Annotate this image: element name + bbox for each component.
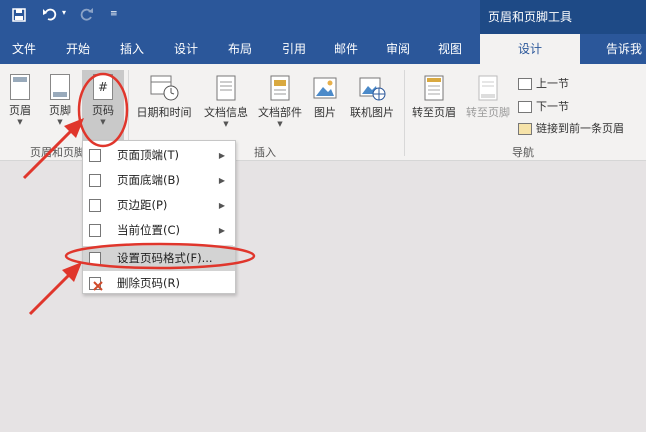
format-page-numbers-icon: [89, 252, 101, 265]
save-icon[interactable]: [12, 8, 26, 26]
contextual-tab-group-title: 页眉和页脚工具: [480, 0, 646, 34]
document-info-icon: [216, 75, 236, 101]
tab-design[interactable]: 设计: [174, 34, 198, 64]
chevron-down-icon: ▼: [57, 118, 63, 126]
document-parts-icon: [270, 75, 290, 101]
previous-section-button[interactable]: 上一节: [518, 75, 569, 91]
group-label-navigation: 导航: [512, 146, 534, 159]
delete-x-icon: [93, 281, 103, 291]
menu-item-top-of-page[interactable]: 页面顶端(T) ▶: [83, 143, 235, 168]
tab-layout[interactable]: 布局: [228, 34, 252, 64]
tab-view[interactable]: 视图: [438, 34, 462, 64]
group-divider: [404, 70, 405, 156]
menu-item-format-page-numbers[interactable]: 设置页码格式(F)...: [83, 246, 235, 271]
menu-item-current-position[interactable]: 当前位置(C) ▶: [83, 218, 235, 243]
bottom-of-page-icon: [89, 174, 101, 187]
chevron-down-icon: ▼: [100, 118, 106, 126]
chevron-right-icon: ▶: [218, 176, 225, 185]
document-parts-button[interactable]: 文档部件 ▼: [254, 74, 306, 128]
chevron-right-icon: ▶: [218, 201, 225, 210]
next-section-icon: [518, 101, 532, 113]
group-label-header-footer: 页眉和页脚: [30, 146, 85, 159]
picture-button[interactable]: 图片: [310, 74, 340, 120]
footer-icon: [50, 74, 70, 100]
link-icon: [518, 123, 532, 135]
calendar-clock-icon: [150, 75, 179, 101]
online-picture-icon: [359, 77, 386, 101]
tab-file[interactable]: 文件: [12, 34, 36, 64]
redo-icon: [80, 7, 94, 25]
chevron-down-icon: ▼: [223, 120, 229, 128]
menu-item-remove-page-numbers[interactable]: 删除页码(R): [83, 271, 235, 296]
top-of-page-icon: [89, 149, 101, 162]
chevron-right-icon: ▶: [218, 226, 225, 235]
tab-insert[interactable]: 插入: [120, 34, 144, 64]
annotation-arrowhead-2: [62, 262, 82, 282]
picture-icon: [313, 77, 337, 99]
title-bar: ▾ ≡ 页眉和页脚工具: [0, 0, 646, 34]
document-info-button[interactable]: 文档信息 ▼: [200, 74, 252, 128]
customize-qat-icon[interactable]: ≡: [110, 9, 118, 19]
current-position-icon: [89, 224, 101, 237]
tab-references[interactable]: 引用: [282, 34, 306, 64]
chevron-right-icon: ▶: [218, 151, 225, 160]
date-time-button[interactable]: 日期和时间: [132, 74, 196, 120]
previous-section-icon: [518, 78, 532, 90]
header-icon: [10, 74, 30, 100]
chevron-down-icon: ▼: [277, 120, 283, 128]
tab-home[interactable]: 开始: [66, 34, 90, 64]
header-button[interactable]: 页眉 ▼: [6, 74, 34, 126]
group-label-insert: 插入: [254, 146, 276, 159]
link-to-previous-button[interactable]: 链接到前一条页眉: [518, 120, 624, 136]
tab-mailings[interactable]: 邮件: [334, 34, 358, 64]
undo-dropdown-icon[interactable]: ▾: [62, 8, 66, 17]
menu-item-page-margins[interactable]: 页边距(P) ▶: [83, 193, 235, 218]
footer-button[interactable]: 页脚 ▼: [46, 74, 74, 126]
goto-header-button[interactable]: 转至页眉: [408, 74, 460, 120]
goto-footer-button: 转至页脚: [462, 74, 514, 120]
next-section-button[interactable]: 下一节: [518, 98, 569, 114]
tell-me-search[interactable]: 告诉我: [606, 34, 642, 64]
annotation-arrow-shaft-2: [28, 270, 74, 316]
tab-review[interactable]: 审阅: [386, 34, 410, 64]
page-number-icon: #: [93, 74, 113, 100]
undo-icon[interactable]: [42, 7, 58, 25]
menu-item-bottom-of-page[interactable]: 页面底端(B) ▶: [83, 168, 235, 193]
online-picture-button[interactable]: 联机图片: [346, 74, 398, 120]
tab-header-footer-design[interactable]: 设计: [480, 34, 580, 64]
chevron-down-icon: ▼: [17, 118, 23, 126]
page-number-button[interactable]: # 页码 ▼: [89, 74, 117, 126]
page-number-menu: 页面顶端(T) ▶ 页面底端(B) ▶ 页边距(P) ▶ 当前位置(C) ▶ 设…: [82, 140, 236, 294]
ribbon-tabs: 文件 开始 插入 设计 布局 引用 邮件 审阅 视图 设计 告诉我: [0, 34, 646, 88]
goto-footer-icon: [478, 75, 498, 101]
goto-header-icon: [424, 75, 444, 101]
page-margins-icon: [89, 199, 101, 212]
